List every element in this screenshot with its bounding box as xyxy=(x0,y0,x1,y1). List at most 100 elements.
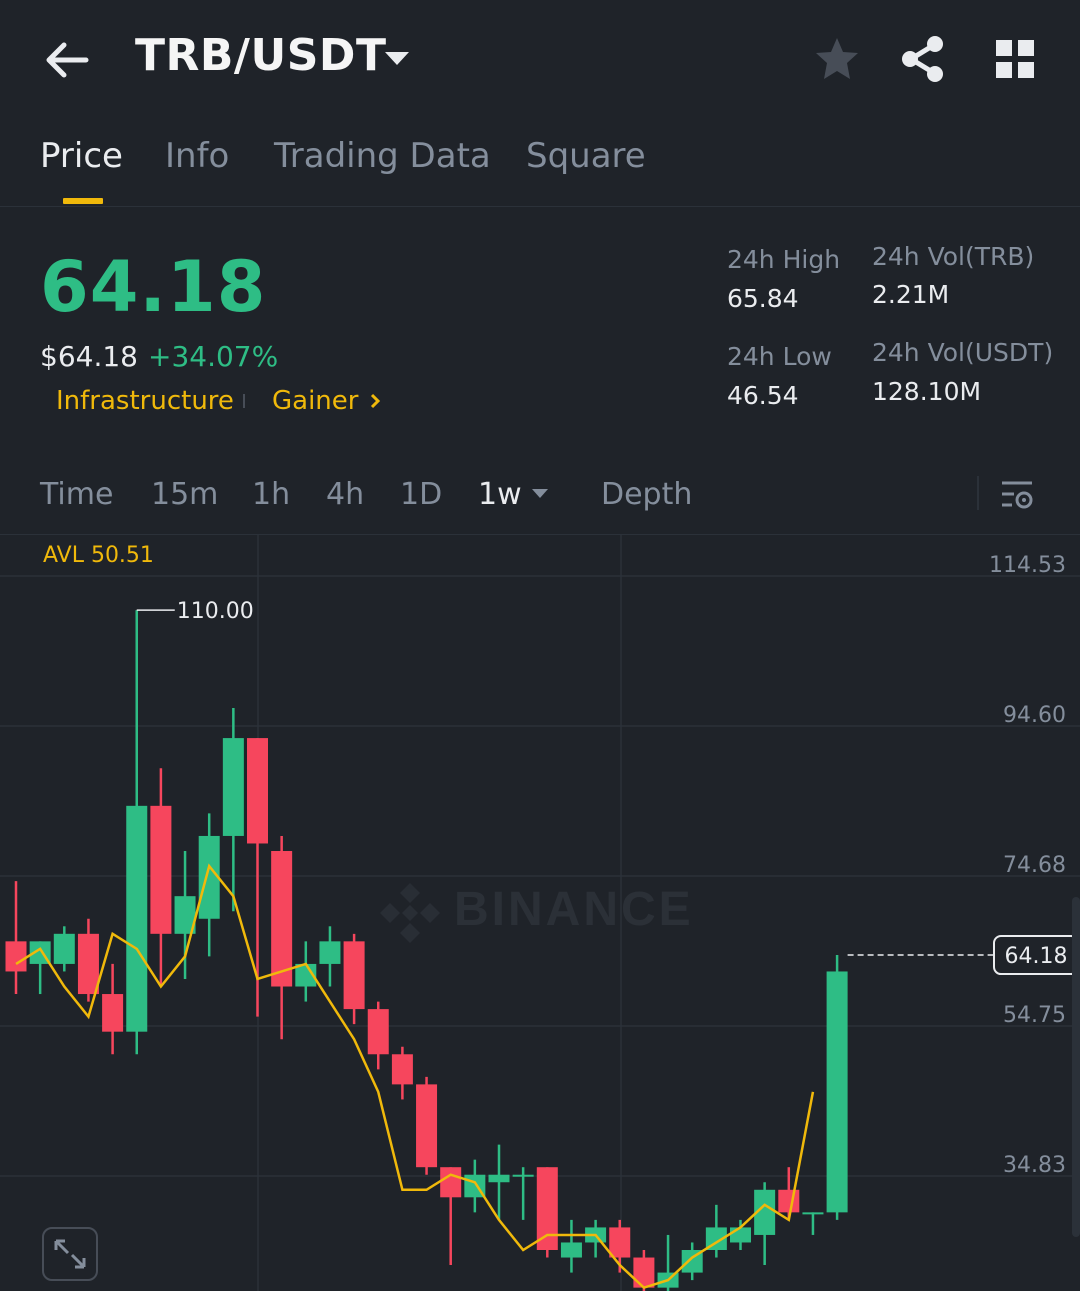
binance-watermark: BINANCE xyxy=(380,883,694,943)
stat-vol-quote-label: 24h Vol(USDT) xyxy=(872,338,1054,367)
candle-body xyxy=(512,1174,534,1177)
header: TRB/USDT xyxy=(0,0,1080,120)
interval-1w[interactable]: 1w xyxy=(478,477,522,512)
high-marker-label: 110.00 xyxy=(177,599,254,624)
candle-7 xyxy=(174,851,196,979)
interval-1d[interactable]: 1D xyxy=(400,477,442,512)
candle-body xyxy=(126,805,148,1032)
last-price: 64.18 xyxy=(40,246,267,328)
tag-infrastructure[interactable]: Infrastructure xyxy=(56,386,234,416)
candle-34 xyxy=(826,955,848,1220)
candle-body xyxy=(560,1242,582,1258)
candle-body xyxy=(222,738,244,836)
stat-high-value: 65.84 xyxy=(727,284,799,313)
candle-13 xyxy=(319,926,341,987)
tab-price[interactable]: Price xyxy=(40,136,123,176)
candle-16 xyxy=(391,1046,413,1100)
candle-body xyxy=(198,835,220,919)
candle-5 xyxy=(126,610,148,1055)
candle-body xyxy=(730,1227,751,1243)
current-price-label: 64.18 xyxy=(1005,944,1068,969)
candle-4 xyxy=(102,963,124,1055)
stat-low-value: 46.54 xyxy=(727,381,799,410)
candle-body xyxy=(440,1167,462,1198)
watermark-text: BINANCE xyxy=(454,883,694,936)
interval-15m[interactable]: 15m xyxy=(151,477,218,512)
chevron-right-icon[interactable] xyxy=(368,390,384,412)
interval-time[interactable]: Time xyxy=(40,477,113,512)
candle-body xyxy=(536,1167,558,1251)
candle-19 xyxy=(464,1159,486,1213)
candle-11 xyxy=(271,835,293,1040)
interval-depth[interactable]: Depth xyxy=(601,477,692,512)
stat-vol-base-label: 24h Vol(TRB) xyxy=(872,242,1035,271)
candle-30 xyxy=(730,1219,751,1251)
candle-body xyxy=(77,933,99,995)
candle-24 xyxy=(585,1219,607,1258)
candle-14 xyxy=(343,933,365,1025)
stat-low-label: 24h Low xyxy=(727,342,832,371)
price-change-percent: +34.07% xyxy=(148,340,279,373)
candle-12 xyxy=(295,941,317,1002)
chart-canvas: BINANCE 110.0019.4264.18 114.5394.6074.6… xyxy=(0,535,1080,1291)
back-arrow-icon[interactable] xyxy=(40,34,92,86)
expand-icon xyxy=(54,1239,86,1269)
interval-4h[interactable]: 4h xyxy=(326,477,364,512)
chart-settings-icon[interactable] xyxy=(1000,478,1034,512)
favorite-star-icon[interactable] xyxy=(812,34,862,84)
chart-scrollbar[interactable] xyxy=(1072,897,1080,1237)
candle-body xyxy=(271,851,293,987)
candle-body xyxy=(343,941,365,1010)
candle-body xyxy=(488,1174,510,1183)
candle-28 xyxy=(681,1242,703,1281)
tab-info[interactable]: Info xyxy=(165,136,229,176)
candle-21 xyxy=(512,1167,534,1220)
y-tick-label-1: 94.60 xyxy=(1003,703,1066,728)
fullscreen-button[interactable] xyxy=(42,1227,98,1281)
pair-title[interactable]: TRB/USDT xyxy=(135,30,386,81)
candle-body xyxy=(778,1189,800,1213)
candle-body xyxy=(802,1212,824,1215)
y-tick-label-0: 114.53 xyxy=(989,553,1066,578)
y-tick-label-4: 34.83 xyxy=(1003,1153,1066,1178)
y-axis-labels: 114.53 94.60 74.68 54.75 34.83 xyxy=(989,553,1066,1178)
candle-body xyxy=(247,738,268,844)
candle-body xyxy=(367,1009,389,1055)
candle-22 xyxy=(536,1167,558,1258)
candle-17 xyxy=(416,1076,438,1175)
candle-body xyxy=(319,941,341,964)
candle-23 xyxy=(560,1219,582,1273)
stat-vol-base-value: 2.21M xyxy=(872,280,950,309)
candle-6 xyxy=(150,768,172,987)
candlestick-chart[interactable]: BINANCE 110.0019.4264.18 114.5394.6074.6… xyxy=(0,535,1080,1291)
candle-29 xyxy=(705,1204,727,1258)
y-tick-label-3: 54.75 xyxy=(1003,1003,1066,1028)
grid-menu-icon[interactable] xyxy=(994,38,1036,80)
candle-8 xyxy=(198,813,220,957)
tab-trading-data[interactable]: Trading Data xyxy=(274,136,491,176)
candle-body xyxy=(150,805,172,934)
candle-body xyxy=(102,994,124,1032)
interval-divider xyxy=(977,476,979,510)
interval-bar: Time 15m 1h 4h 1D 1w Depth xyxy=(0,460,1080,535)
tab-square[interactable]: Square xyxy=(526,136,646,176)
candle-33 xyxy=(802,1212,824,1235)
candle-0 xyxy=(5,881,27,995)
candle-body xyxy=(633,1257,655,1288)
stat-vol-quote-value: 128.10M xyxy=(872,377,982,406)
active-tab-indicator xyxy=(63,198,103,204)
candle-15 xyxy=(367,1001,389,1070)
interval-1h[interactable]: 1h xyxy=(252,477,290,512)
candle-2 xyxy=(53,926,75,972)
y-tick-label-2: 74.68 xyxy=(1003,853,1066,878)
share-icon[interactable] xyxy=(898,34,946,84)
candle-body xyxy=(826,971,848,1213)
candle-body xyxy=(416,1084,438,1168)
tag-gainer[interactable]: Gainer xyxy=(272,386,358,416)
candle-body xyxy=(391,1054,413,1085)
avl-label: AVL 50.51 xyxy=(43,543,154,568)
pair-dropdown-icon[interactable] xyxy=(382,46,412,70)
screen: TRB/USDT Price Info Trading Data Square … xyxy=(0,0,1080,1291)
usd-price: $64.18 xyxy=(40,340,138,373)
interval-dropdown-icon[interactable] xyxy=(530,486,550,500)
